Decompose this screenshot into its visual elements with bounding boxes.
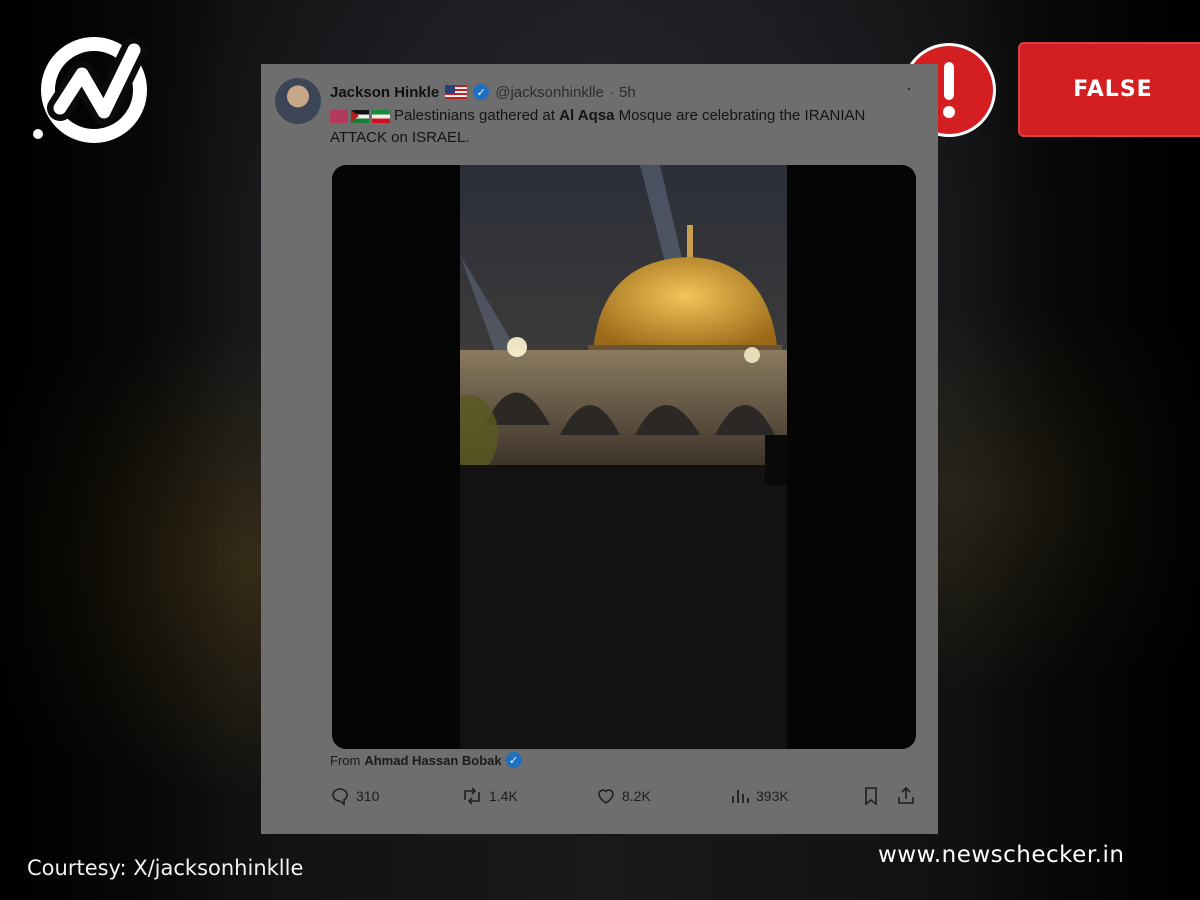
tweet-text-highlight: Al Aqsa — [559, 107, 615, 124]
palestine-flag-icon — [351, 109, 369, 123]
bookmark-button[interactable] — [862, 786, 880, 806]
tweet-timestamp[interactable]: · 5h — [610, 84, 636, 101]
tweet-video[interactable] — [332, 165, 916, 749]
verified-badge-icon: ✓ — [505, 752, 522, 768]
site-url: www.newschecker.in — [878, 842, 1125, 868]
flag-emojis — [330, 109, 390, 123]
views-count: 393K — [756, 788, 789, 804]
like-count: 8.2K — [622, 788, 651, 804]
author-name[interactable]: Jackson Hinkle — [330, 84, 439, 101]
views-chart-icon — [732, 790, 749, 803]
courtesy-caption: Courtesy: X/jacksonhinklle — [27, 856, 304, 880]
retweet-count: 1.4K — [489, 788, 518, 804]
share-button[interactable] — [896, 786, 916, 806]
heart-icon — [598, 789, 614, 804]
bookmark-icon — [865, 787, 877, 806]
retweet-button[interactable]: 1.4K — [461, 786, 518, 806]
video-frame — [442, 165, 787, 749]
reply-count: 310 — [356, 788, 380, 804]
from-name[interactable]: Ahmad Hassan Bobak — [364, 753, 501, 768]
verdict-label: FALSE — [1073, 77, 1153, 102]
retweet-icon — [464, 787, 480, 805]
verdict-badge: FALSE — [1018, 42, 1200, 137]
iran-flag-icon — [372, 109, 390, 123]
views-button[interactable]: 393K — [730, 786, 789, 806]
like-button[interactable]: 8.2K — [596, 786, 651, 806]
newschecker-logo-icon — [33, 37, 147, 143]
verified-badge-icon: ✓ — [473, 84, 490, 100]
share-icon — [898, 786, 914, 804]
tweet-text: Palestinians gathered at Al Aqsa Mosque … — [330, 105, 890, 149]
more-dots-icon[interactable]: · — [906, 78, 912, 99]
us-flag-icon — [445, 85, 468, 99]
flag-icon — [330, 109, 348, 123]
avatar[interactable] — [275, 78, 321, 124]
author-handle[interactable]: @jacksonhinklle — [495, 84, 604, 101]
tweet-text-part: Palestinians gathered at — [394, 107, 560, 124]
from-prefix: From — [330, 752, 361, 768]
reply-button[interactable]: 310 — [330, 786, 379, 806]
tweet-card: Jackson Hinkle ✓ @jacksonhinklle · 5h · … — [261, 64, 938, 834]
tweet-header: Jackson Hinkle ✓ @jacksonhinklle · 5h — [330, 82, 636, 102]
tweet-actions: 310 1.4K 8.2K 393K — [330, 786, 920, 810]
video-attribution: From Ahmad Hassan Bobak ✓ — [330, 752, 522, 768]
reply-icon — [332, 788, 348, 806]
